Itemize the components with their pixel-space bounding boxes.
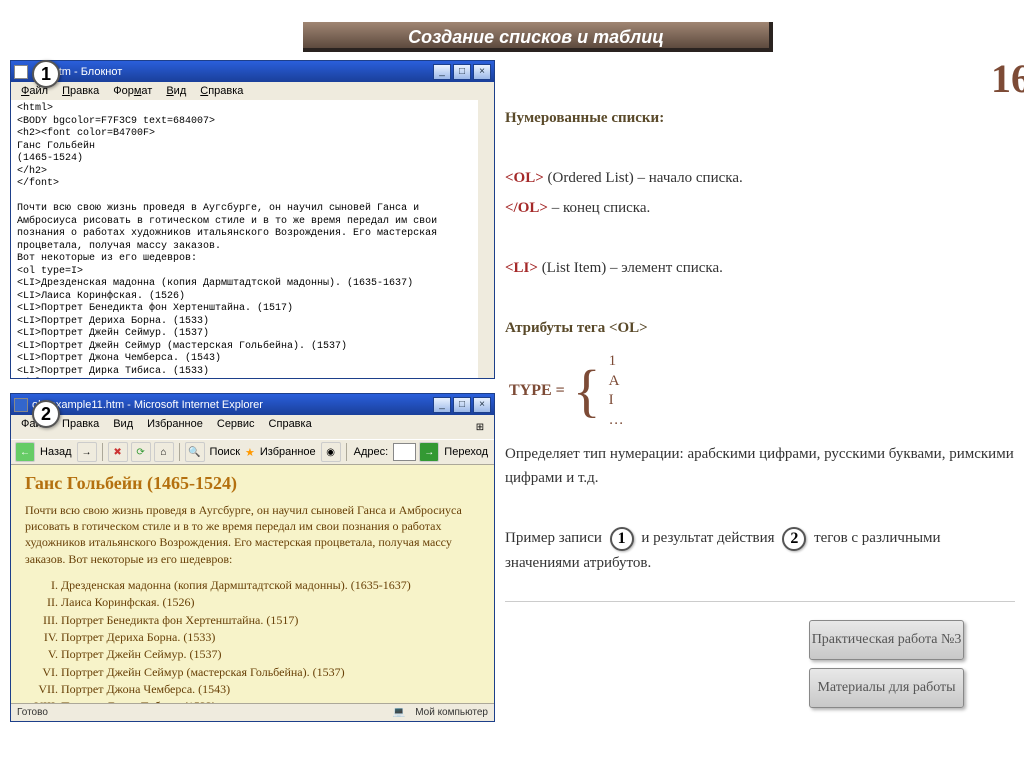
status-done: Готово — [17, 707, 48, 718]
notepad-titlebar[interactable]: e11.htm - Блокнот _ □ × — [11, 61, 494, 82]
notepad-menubar: Файл Правка Формат Вид Справка — [11, 82, 494, 100]
button-practice[interactable]: Практическая работа №3 — [809, 620, 964, 660]
list-item: Портрет Бенедикта фон Хертенштайна. (151… — [61, 612, 480, 629]
list-item: Портрет Дериха Борна. (1533) — [61, 629, 480, 646]
status-zone-icon: 💻 — [393, 707, 405, 718]
notepad-window: e11.htm - Блокнот _ □ × Файл Правка Форм… — [10, 60, 495, 379]
notepad-textarea[interactable]: <html> <BODY bgcolor=F7F3C9 text=684007>… — [11, 100, 494, 378]
windows-flag-icon: ⊞ — [470, 417, 490, 437]
badge-1-notepad: 1 — [32, 60, 60, 88]
page-description: Почти всю свою жизнь проведя в Аугсбурге… — [25, 502, 480, 567]
type-val-etc: … — [609, 411, 624, 431]
address-label: Адрес: — [352, 446, 391, 458]
inline-text: и результат действия — [641, 530, 778, 546]
ie-menubar: Файл Правка Вид Избранное Сервис Справка… — [11, 415, 494, 439]
list-item: Портрет Джейн Сеймур. (1537) — [61, 646, 480, 663]
explanation-panel: Нумерованные списки: <OL> (Ordered List)… — [505, 100, 1015, 602]
menu-view[interactable]: Вид — [107, 417, 139, 437]
tag-ol-close: </OL> — [505, 200, 548, 216]
menu-edit[interactable]: Правка — [56, 417, 105, 437]
refresh-button[interactable]: ⟳ — [131, 442, 151, 462]
menu-help[interactable]: Справка — [263, 417, 318, 437]
menu-tools[interactable]: Сервис — [211, 417, 261, 437]
close-button[interactable]: × — [473, 64, 491, 80]
home-button[interactable]: ⌂ — [154, 442, 174, 462]
type-val-A: A — [609, 372, 624, 392]
badge-2-browser: 2 — [32, 400, 60, 428]
para-type-desc: Определяет тип нумерации: арабскими цифр… — [505, 442, 1015, 490]
go-label: Переход — [442, 446, 490, 458]
attr-heading: Атрибуты тега <OL> — [505, 316, 1015, 340]
type-val-I: I — [609, 391, 624, 411]
list-item: Портрет Джона Чемберса. (1543) — [61, 681, 480, 698]
section-heading: Нумерованные списки: — [505, 106, 1015, 130]
favorites-label: Избранное — [258, 446, 318, 458]
tag-ol-open: <OL> — [505, 170, 544, 186]
tag-ol-open-desc: (Ordered List) – начало списка. — [544, 170, 743, 186]
para-example: Пример записи 1 и результат действия 2 т… — [505, 526, 1015, 575]
type-equation: TYPE = { 1 A I … — [509, 352, 1015, 430]
list-item: Лаиса Коринфская. (1526) — [61, 594, 480, 611]
stop-button[interactable]: ✖ — [108, 442, 128, 462]
tag-ol-close-desc: – конец списка. — [548, 200, 650, 216]
notepad-icon — [14, 65, 28, 79]
list-item: Портрет Джейн Сеймур (мастерская Гольбей… — [61, 664, 480, 681]
slide-title: Создание списков и таблиц — [303, 22, 773, 52]
back-button[interactable]: ← — [15, 442, 35, 462]
page-number: 16 — [991, 55, 1024, 102]
tag-li-desc: (List Item) – элемент списка. — [538, 260, 723, 276]
ie-toolbar: ← Назад → ✖ ⟳ ⌂ 🔍 Поиск ★ Избранное ◉ Ад… — [11, 439, 494, 465]
minimize-button[interactable]: _ — [433, 397, 451, 413]
back-label: Назад — [38, 446, 74, 458]
favorites-icon[interactable]: ★ — [245, 446, 255, 459]
forward-button[interactable]: → — [77, 442, 97, 462]
inline-badge-2: 2 — [782, 527, 806, 551]
type-val-1: 1 — [609, 352, 624, 372]
ie-viewport: Ганс Гольбейн (1465-1524) Почти всю свою… — [11, 465, 494, 703]
menu-help[interactable]: Справка — [194, 84, 249, 98]
type-label: TYPE = — [509, 378, 565, 404]
ie-window: ole\example11.htm - Microsoft Internet E… — [10, 393, 495, 722]
search-label: Поиск — [208, 446, 242, 458]
search-icon[interactable]: 🔍 — [185, 442, 205, 462]
close-button[interactable]: × — [473, 397, 491, 413]
tag-li: <LI> — [505, 260, 538, 276]
maximize-button[interactable]: □ — [453, 64, 471, 80]
inline-badge-1: 1 — [610, 527, 634, 551]
list-item: Дрезденская мадонна (копия Дармштадтской… — [61, 577, 480, 594]
inline-text: Пример записи — [505, 530, 606, 546]
ordered-list: Дрезденская мадонна (копия Дармштадтской… — [61, 577, 480, 703]
ie-titlebar[interactable]: ole\example11.htm - Microsoft Internet E… — [11, 394, 494, 415]
minimize-button[interactable]: _ — [433, 64, 451, 80]
ie-title: ole\example11.htm - Microsoft Internet E… — [32, 399, 263, 411]
status-zone: Мой компьютер — [415, 707, 488, 718]
menu-view[interactable]: Вид — [160, 84, 192, 98]
button-materials[interactable]: Материалы для работы — [809, 668, 964, 708]
maximize-button[interactable]: □ — [453, 397, 471, 413]
go-button[interactable]: → — [419, 442, 439, 462]
menu-format[interactable]: Формат — [107, 84, 158, 98]
address-bar[interactable] — [393, 443, 416, 461]
page-heading: Ганс Гольбейн (1465-1524) — [25, 473, 480, 494]
ie-statusbar: Готово 💻 Мой компьютер — [11, 703, 494, 721]
ie-icon — [14, 398, 28, 412]
menu-edit[interactable]: Правка — [56, 84, 105, 98]
menu-favorites[interactable]: Избранное — [141, 417, 209, 437]
media-button[interactable]: ◉ — [321, 442, 341, 462]
